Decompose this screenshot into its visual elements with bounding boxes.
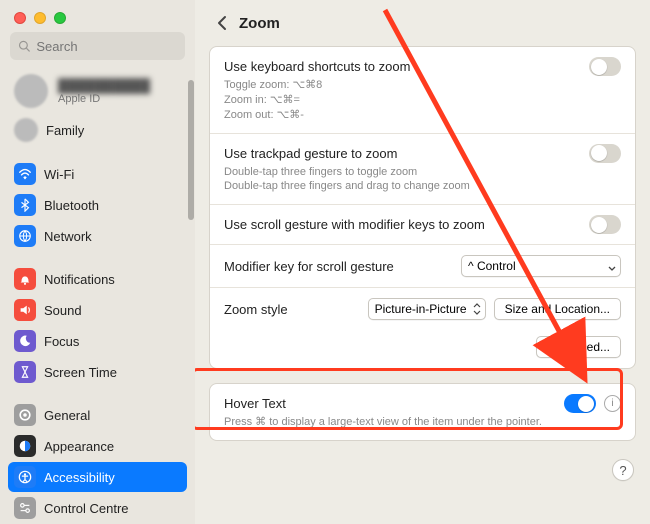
row-title: Use keyboard shortcuts to zoom bbox=[224, 59, 410, 74]
size-location-button[interactable]: Size and Location... bbox=[494, 298, 621, 320]
toggle-keyboard-shortcuts[interactable] bbox=[589, 57, 621, 76]
sidebar-item-network[interactable]: Network bbox=[8, 221, 187, 251]
appear-icon bbox=[14, 435, 36, 457]
button-label: Advanced... bbox=[547, 340, 610, 354]
chevron-down-icon bbox=[608, 260, 616, 272]
row-subtext: Toggle zoom: ⌥⌘8 Zoom in: ⌥⌘= Zoom out: … bbox=[224, 78, 621, 123]
select-value: Picture-in-Picture bbox=[375, 302, 467, 316]
row-title: Hover Text bbox=[224, 396, 286, 411]
sidebar-list: ██████████ Apple ID Family Wi-Fi Bluetoot… bbox=[0, 66, 195, 524]
row-title: Use trackpad gesture to zoom bbox=[224, 146, 397, 161]
acc-icon bbox=[14, 466, 36, 488]
content: Use keyboard shortcuts to zoom Toggle zo… bbox=[195, 42, 650, 524]
info-button[interactable]: i bbox=[604, 395, 621, 412]
sidebar-item-focus[interactable]: Focus bbox=[8, 326, 187, 356]
sidebar-item-label: Wi-Fi bbox=[44, 167, 74, 182]
close-window-button[interactable] bbox=[14, 12, 26, 24]
window-controls bbox=[0, 0, 195, 32]
sidebar-item-label: Screen Time bbox=[44, 365, 117, 380]
sidebar-item-label: Network bbox=[44, 229, 92, 244]
sidebar-item-label: Notifications bbox=[44, 272, 115, 287]
sidebar-scrollbar[interactable] bbox=[188, 80, 194, 220]
search-field[interactable] bbox=[10, 32, 185, 60]
user-name: ██████████ bbox=[58, 78, 150, 93]
sidebar-item-screen-time[interactable]: Screen Time bbox=[8, 357, 187, 387]
toggle-scroll-gesture[interactable] bbox=[589, 215, 621, 234]
row-modifier-key: Modifier key for scroll gesture ^ Contro… bbox=[210, 244, 635, 287]
row-keyboard-shortcuts: Use keyboard shortcuts to zoom Toggle zo… bbox=[210, 47, 635, 133]
button-label: Size and Location... bbox=[505, 302, 610, 316]
sidebar-item-bluetooth[interactable]: Bluetooth bbox=[8, 190, 187, 220]
sidebar-item-appearance[interactable]: Appearance bbox=[8, 431, 187, 461]
select-value: ^ Control bbox=[468, 259, 516, 273]
gear-icon bbox=[14, 404, 36, 426]
sidebar-item-family[interactable]: Family bbox=[8, 114, 187, 146]
help-button[interactable]: ? bbox=[612, 459, 634, 481]
sidebar-item-accessibility[interactable]: Accessibility bbox=[8, 462, 187, 492]
row-zoom-style: Zoom style Picture-in-Picture Size and L… bbox=[210, 287, 635, 330]
row-scroll-gesture: Use scroll gesture with modifier keys to… bbox=[210, 204, 635, 244]
row-subtext: Press ⌘ to display a large-text view of … bbox=[224, 415, 621, 430]
sidebar-item-label: Bluetooth bbox=[44, 198, 99, 213]
bell-icon bbox=[14, 268, 36, 290]
toggle-hover-text[interactable] bbox=[564, 394, 596, 413]
row-subtext: Double-tap three fingers to toggle zoom … bbox=[224, 165, 621, 195]
user-sub: Apple ID bbox=[58, 93, 150, 105]
sidebar-item-label: Sound bbox=[44, 303, 82, 318]
net-icon bbox=[14, 225, 36, 247]
sidebar-item-label: Appearance bbox=[44, 439, 114, 454]
sidebar-item-label: Focus bbox=[44, 334, 79, 349]
sidebar-item-label: Family bbox=[46, 123, 84, 138]
minimize-window-button[interactable] bbox=[34, 12, 46, 24]
search-input[interactable] bbox=[36, 39, 177, 54]
bt-icon bbox=[14, 194, 36, 216]
sidebar-item-notifications[interactable]: Notifications bbox=[8, 264, 187, 294]
help-row: ? bbox=[209, 455, 636, 485]
sidebar-item-label: Control Centre bbox=[44, 501, 129, 516]
zoom-style-select[interactable]: Picture-in-Picture bbox=[368, 298, 486, 320]
row-hover-text: Hover Text i Press ⌘ to display a large-… bbox=[210, 384, 635, 440]
sidebar-item-general[interactable]: General bbox=[8, 400, 187, 430]
main-pane: Zoom Use keyboard shortcuts to zoom Togg… bbox=[195, 0, 650, 524]
sidebar-item-sound[interactable]: Sound bbox=[8, 295, 187, 325]
back-button[interactable] bbox=[213, 14, 231, 32]
avatar bbox=[14, 74, 48, 108]
row-title: Use scroll gesture with modifier keys to… bbox=[224, 217, 485, 232]
toggle-trackpad-gesture[interactable] bbox=[589, 144, 621, 163]
sidebar-apple-id[interactable]: ██████████ Apple ID bbox=[8, 70, 187, 112]
row-title: Zoom style bbox=[224, 302, 288, 317]
search-icon bbox=[18, 39, 30, 53]
settings-card-hover-text: Hover Text i Press ⌘ to display a large-… bbox=[209, 383, 636, 441]
sidebar-item-label: General bbox=[44, 408, 90, 423]
sidebar-item-label: Accessibility bbox=[44, 470, 115, 485]
help-label: ? bbox=[619, 463, 626, 478]
settings-card-zoom: Use keyboard shortcuts to zoom Toggle zo… bbox=[209, 46, 636, 369]
family-avatar bbox=[14, 118, 38, 142]
sidebar-item-control-centre[interactable]: Control Centre bbox=[8, 493, 187, 523]
advanced-button[interactable]: Advanced... bbox=[536, 336, 621, 358]
updown-icon bbox=[473, 302, 481, 316]
row-title: Modifier key for scroll gesture bbox=[224, 259, 394, 274]
sidebar-item-wi-fi[interactable]: Wi-Fi bbox=[8, 159, 187, 189]
header: Zoom bbox=[195, 0, 650, 42]
fullscreen-window-button[interactable] bbox=[54, 12, 66, 24]
modifier-key-select[interactable]: ^ Control bbox=[461, 255, 621, 277]
sound-icon bbox=[14, 299, 36, 321]
hour-icon bbox=[14, 361, 36, 383]
advanced-row: Advanced... bbox=[210, 330, 635, 368]
row-trackpad-gesture: Use trackpad gesture to zoom Double-tap … bbox=[210, 133, 635, 205]
cc-icon bbox=[14, 497, 36, 519]
chevron-left-icon bbox=[217, 15, 228, 31]
page-title: Zoom bbox=[239, 15, 280, 32]
wifi-icon bbox=[14, 163, 36, 185]
sidebar: ██████████ Apple ID Family Wi-Fi Bluetoot… bbox=[0, 0, 195, 524]
moon-icon bbox=[14, 330, 36, 352]
